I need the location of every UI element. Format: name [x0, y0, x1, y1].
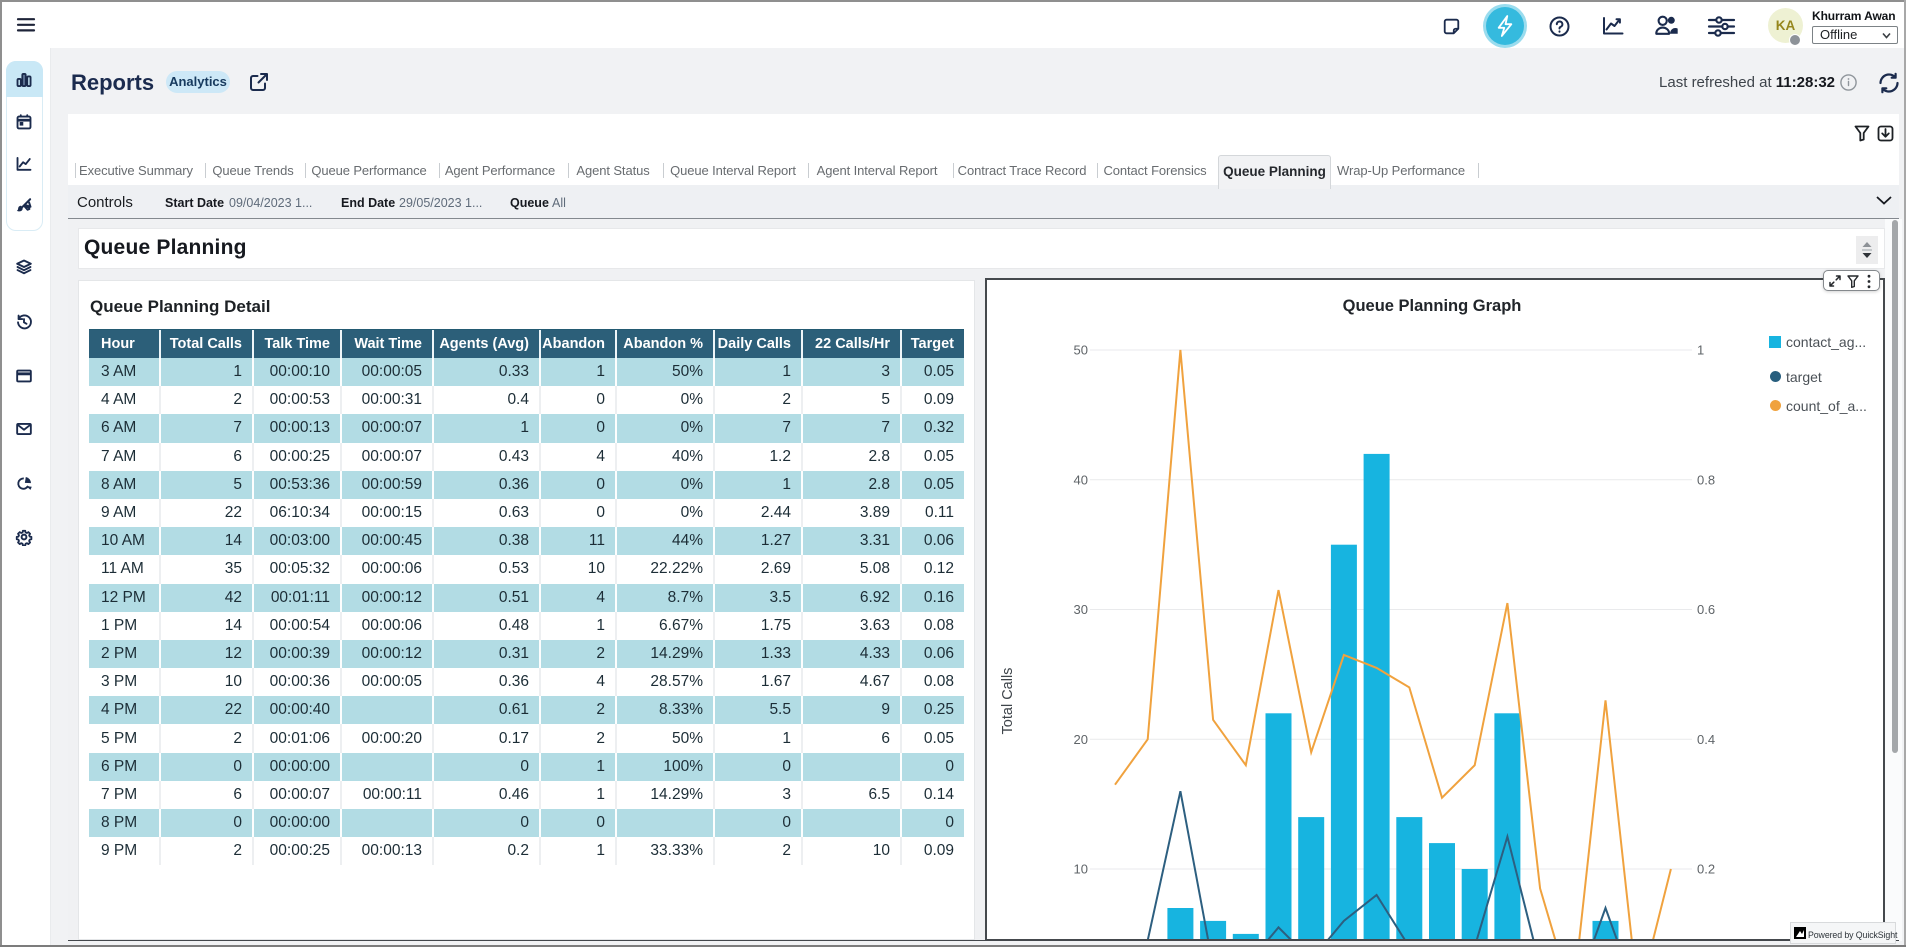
svg-text:0.6: 0.6 [1697, 602, 1715, 617]
svg-text:20: 20 [1074, 732, 1088, 747]
svg-text:30: 30 [1074, 602, 1088, 617]
svg-text:Queue Planning Graph: Queue Planning Graph [1343, 297, 1522, 315]
svg-text:10: 10 [1074, 862, 1088, 877]
svg-text:0.4: 0.4 [1697, 732, 1715, 747]
svg-text:50: 50 [1074, 343, 1088, 358]
svg-text:0.2: 0.2 [1697, 862, 1715, 877]
svg-text:0.8: 0.8 [1697, 472, 1715, 487]
svg-text:Total Calls: Total Calls [1000, 668, 1016, 735]
svg-text:40: 40 [1074, 472, 1088, 487]
svg-text:1: 1 [1697, 343, 1704, 358]
